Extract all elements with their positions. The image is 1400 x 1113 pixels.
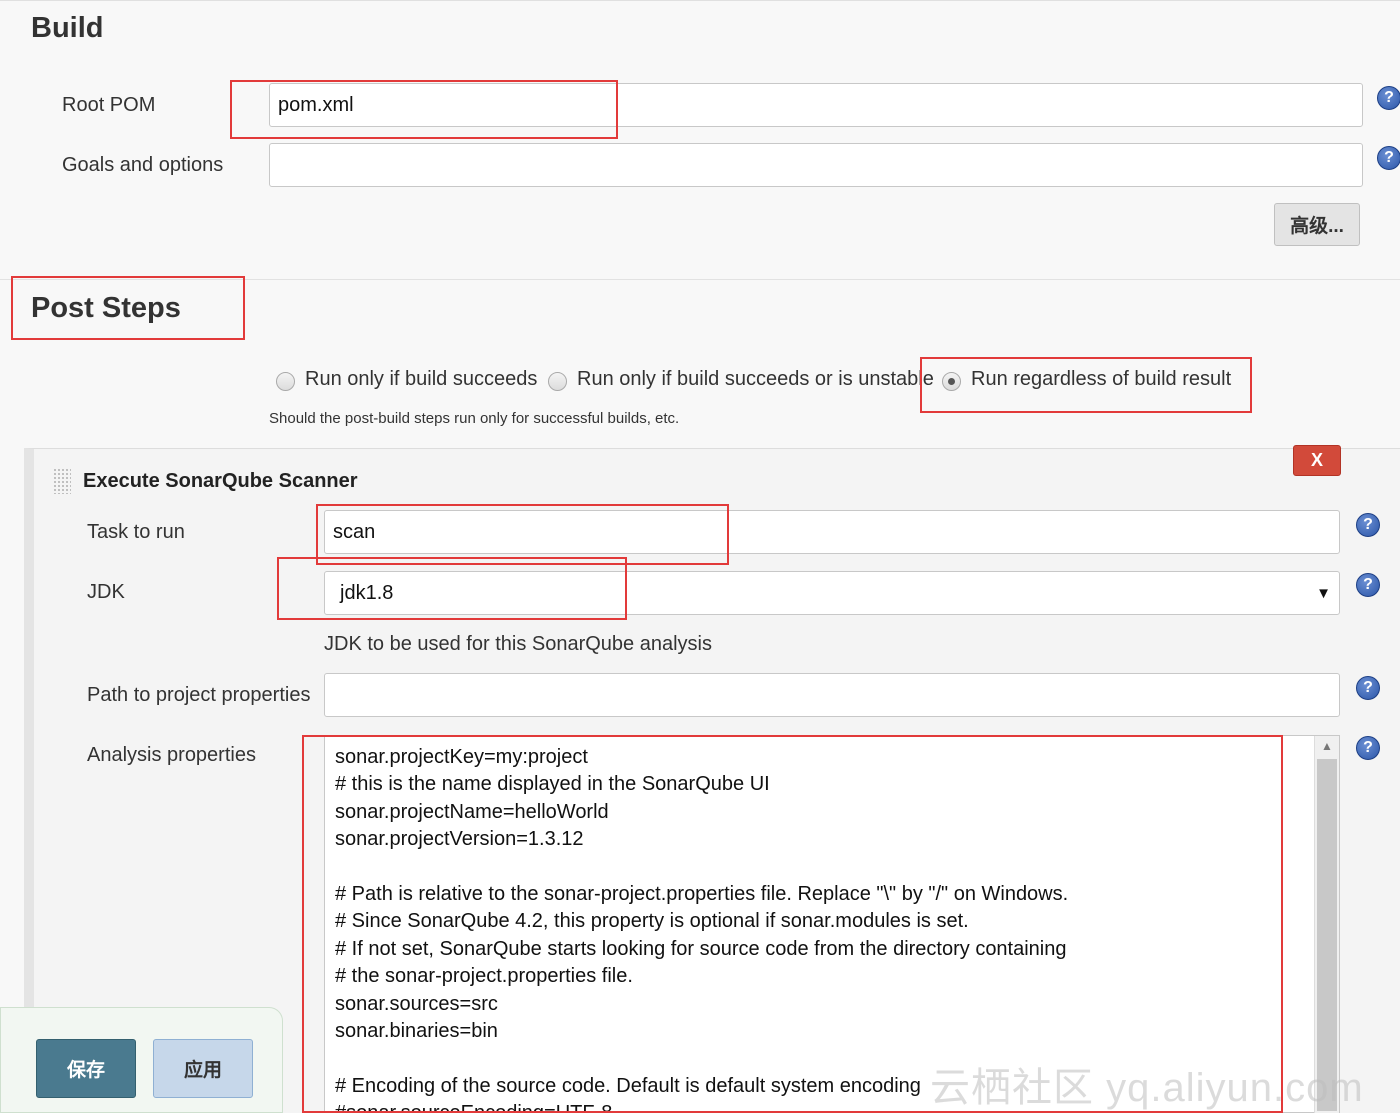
radio-build-succeeds[interactable] bbox=[276, 372, 295, 391]
help-icon[interactable]: ? bbox=[1377, 86, 1400, 110]
delete-step-button[interactable]: X bbox=[1293, 445, 1341, 476]
advanced-button[interactable]: 高级... bbox=[1274, 203, 1360, 246]
section-divider bbox=[0, 279, 1400, 280]
radio-succeeds-or-unstable[interactable] bbox=[548, 372, 567, 391]
watermark: 云栖社区 yq.aliyun.com bbox=[930, 1066, 1364, 1110]
jdk-hint: JDK to be used for this SonarQube analys… bbox=[324, 633, 712, 655]
sonar-step-title: Execute SonarQube Scanner bbox=[83, 470, 358, 492]
post-steps-hint: Should the post-build steps run only for… bbox=[269, 410, 680, 427]
save-button[interactable]: 保存 bbox=[36, 1039, 136, 1098]
help-icon[interactable]: ? bbox=[1356, 736, 1380, 760]
task-input[interactable]: scan bbox=[324, 510, 1340, 554]
analysis-line bbox=[335, 854, 1329, 881]
apply-button[interactable]: 应用 bbox=[153, 1039, 253, 1098]
goals-label: Goals and options bbox=[62, 154, 224, 176]
task-label: Task to run bbox=[87, 521, 185, 543]
top-divider bbox=[0, 0, 1400, 1]
dropdown-arrow-icon: ▼ bbox=[1316, 584, 1331, 602]
path-label: Path to project properties bbox=[87, 684, 311, 706]
help-icon[interactable]: ? bbox=[1356, 573, 1380, 597]
analysis-line: sonar.projectVersion=1.3.12 bbox=[335, 828, 584, 851]
path-input[interactable] bbox=[324, 673, 1340, 717]
analysis-line: sonar.sources=src bbox=[335, 992, 498, 1015]
analysis-line: # this is the name displayed in the Sona… bbox=[335, 773, 770, 796]
analysis-line: # the sonar-project.properties file. bbox=[335, 965, 633, 988]
analysis-line: sonar.projectKey=my:project bbox=[335, 746, 588, 768]
goals-input[interactable] bbox=[269, 143, 1363, 187]
help-icon[interactable]: ? bbox=[1356, 676, 1380, 700]
analysis-line: # Since SonarQube 4.2, this property is … bbox=[335, 910, 969, 933]
analysis-line: sonar.projectName=helloWorld bbox=[335, 800, 609, 823]
radio-regardless[interactable] bbox=[942, 372, 961, 391]
analysis-label: Analysis properties bbox=[87, 744, 256, 766]
radio-label: Run only if build succeeds or is unstabl… bbox=[577, 368, 934, 390]
root-pom-input[interactable]: pom.xml bbox=[269, 83, 1363, 127]
root-pom-label: Root POM bbox=[62, 94, 156, 116]
jdk-label: JDK bbox=[87, 581, 125, 603]
jdk-select[interactable]: jdk1.8 ▼ bbox=[324, 571, 1340, 615]
drag-handle-icon[interactable] bbox=[53, 468, 71, 494]
help-icon[interactable]: ? bbox=[1377, 146, 1400, 170]
jdk-selected-value: jdk1.8 bbox=[340, 581, 394, 604]
analysis-line: # If not set, SonarQube starts looking f… bbox=[335, 937, 1067, 960]
radio-label: Run only if build succeeds bbox=[305, 368, 538, 390]
scroll-up-arrow-icon[interactable]: ▲ bbox=[1315, 739, 1339, 753]
radio-label: Run regardless of build result bbox=[971, 368, 1232, 390]
analysis-line: sonar.binaries=bin bbox=[335, 1020, 498, 1043]
analysis-line: # Path is relative to the sonar-project.… bbox=[335, 883, 1069, 906]
post-steps-title: Post Steps bbox=[31, 292, 181, 324]
help-icon[interactable]: ? bbox=[1356, 513, 1380, 537]
build-section-title: Build bbox=[31, 12, 104, 44]
